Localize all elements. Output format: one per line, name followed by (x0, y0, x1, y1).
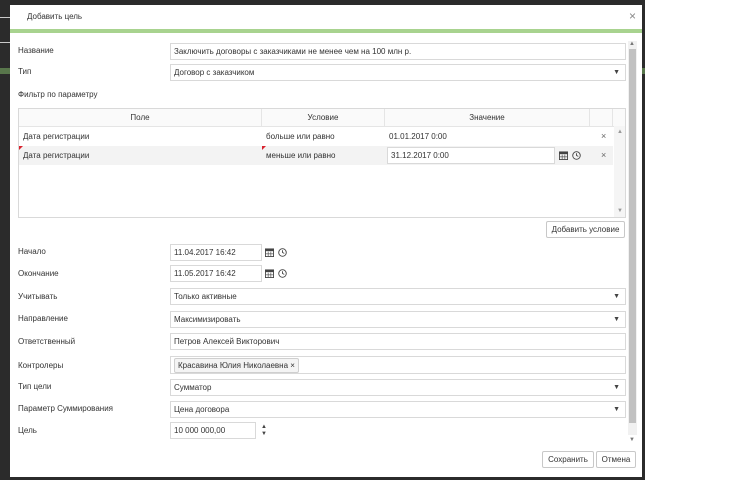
start-date-input[interactable]: 11.04.2017 16:42 (170, 244, 262, 261)
column-header-field: Поле (19, 109, 262, 126)
controllers-label: Контролеры (18, 361, 64, 370)
spin-up-icon[interactable]: ▲ (261, 424, 267, 430)
end-date-input[interactable]: 11.05.2017 16:42 (170, 265, 262, 282)
sum-param-label: Параметр Суммирования (18, 404, 113, 413)
calendar-icon[interactable] (559, 151, 568, 160)
name-input[interactable]: Заключить договоры с заказчиками не мене… (170, 43, 626, 60)
type-value: Договор с заказчиком (174, 68, 255, 77)
spin-down-icon[interactable]: ▼ (261, 431, 267, 437)
clock-icon[interactable] (278, 248, 287, 257)
controller-tag: Красавина Юлия Николаевна × (174, 358, 299, 373)
dialog-title: Добавить цель (27, 12, 83, 21)
name-value: Заключить договоры с заказчиками не мене… (174, 47, 412, 56)
goal-type-value: Сумматор (174, 383, 212, 392)
name-label: Название (18, 46, 54, 55)
dialog-scrollbar[interactable]: ▲ ▼ (628, 41, 637, 443)
direction-value: Максимизировать (174, 315, 241, 324)
row-field-cell[interactable]: Дата регистрации (19, 146, 262, 165)
direction-label: Направление (18, 314, 68, 323)
chevron-down-icon: ▼ (613, 293, 620, 300)
close-icon[interactable]: × (629, 10, 636, 22)
scroll-down-icon[interactable]: ▼ (629, 437, 635, 443)
delete-row-icon[interactable]: × (601, 127, 606, 146)
goal-value-input[interactable]: 10 000 000,00 (170, 422, 256, 439)
row-field-cell[interactable]: Дата регистрации (19, 127, 262, 146)
filter-table-header: Поле Условие Значение (19, 109, 625, 127)
delete-row-icon[interactable]: × (601, 146, 606, 165)
start-date-value: 11.04.2017 16:42 (174, 248, 236, 257)
account-label: Учитывать (18, 292, 58, 301)
add-condition-button[interactable]: Добавить условие (546, 221, 625, 238)
row-value-date-input[interactable]: 31.12.2017 0:00 (387, 147, 555, 164)
background-line (0, 42, 10, 43)
responsible-value: Петров Алексей Викторович (174, 337, 280, 346)
end-date-value: 11.05.2017 16:42 (174, 269, 236, 278)
dialog-body: Название Заключить договоры с заказчикам… (10, 33, 642, 448)
calendar-icon[interactable] (265, 269, 274, 278)
clock-icon[interactable] (572, 151, 581, 160)
column-header-actions (590, 109, 613, 126)
goal-type-select[interactable]: Сумматор ▼ (170, 379, 626, 396)
scrollbar-thumb[interactable] (629, 49, 636, 423)
responsible-label: Ответственный (18, 337, 76, 346)
row-value-date-text: 31.12.2017 0:00 (391, 151, 449, 160)
end-label: Окончание (18, 269, 59, 278)
start-label: Начало (18, 247, 46, 256)
dialog-titlebar: Добавить цель × (10, 5, 642, 29)
background-line (0, 17, 10, 18)
account-value: Только активные (174, 292, 237, 301)
scroll-down-icon[interactable]: ▼ (617, 208, 623, 214)
sum-param-select[interactable]: Цена договора ▼ (170, 401, 626, 418)
goal-value: 10 000 000,00 (174, 426, 226, 435)
chevron-down-icon: ▼ (613, 406, 620, 413)
calendar-icon[interactable] (265, 248, 274, 257)
scroll-up-icon[interactable]: ▲ (617, 129, 623, 135)
row-condition-cell[interactable]: больше или равно (262, 127, 385, 146)
row-value-cell[interactable]: 01.01.2017 0:00 (385, 127, 590, 146)
row-condition-cell[interactable]: меньше или равно (262, 146, 385, 165)
direction-select[interactable]: Максимизировать ▼ (170, 311, 626, 328)
goal-type-label: Тип цели (18, 382, 52, 391)
cancel-button[interactable]: Отмена (596, 451, 636, 468)
account-select[interactable]: Только активные ▼ (170, 288, 626, 305)
column-header-value: Значение (385, 109, 590, 126)
clock-icon[interactable] (278, 269, 287, 278)
table-row[interactable]: Дата регистрации меньше или равно 31.12.… (19, 146, 613, 165)
column-header-condition: Условие (262, 109, 385, 126)
chevron-down-icon: ▼ (613, 316, 620, 323)
filter-table: Поле Условие Значение Дата регистрации б… (18, 108, 626, 218)
type-select[interactable]: Договор с заказчиком ▼ (170, 64, 626, 81)
chevron-down-icon: ▼ (613, 69, 620, 76)
chevron-down-icon: ▼ (613, 384, 620, 391)
filter-table-scrollbar[interactable]: ▲ ▼ (614, 126, 625, 217)
responsible-input[interactable]: Петров Алексей Викторович (170, 333, 626, 350)
save-button[interactable]: Сохранить (542, 451, 594, 468)
controller-tag-label: Красавина Юлия Николаевна (178, 361, 289, 370)
scroll-up-icon[interactable]: ▲ (629, 41, 635, 47)
type-label: Тип (18, 67, 32, 76)
remove-tag-icon[interactable]: × (290, 361, 295, 370)
sum-param-value: Цена договора (174, 405, 230, 414)
filter-label: Фильтр по параметру (18, 90, 98, 99)
add-goal-dialog: Добавить цель × Название Заключить догов… (10, 5, 642, 477)
table-row[interactable]: Дата регистрации больше или равно 01.01.… (19, 127, 613, 146)
controllers-input[interactable]: Красавина Юлия Николаевна × (170, 356, 626, 374)
goal-label: Цель (18, 426, 37, 435)
